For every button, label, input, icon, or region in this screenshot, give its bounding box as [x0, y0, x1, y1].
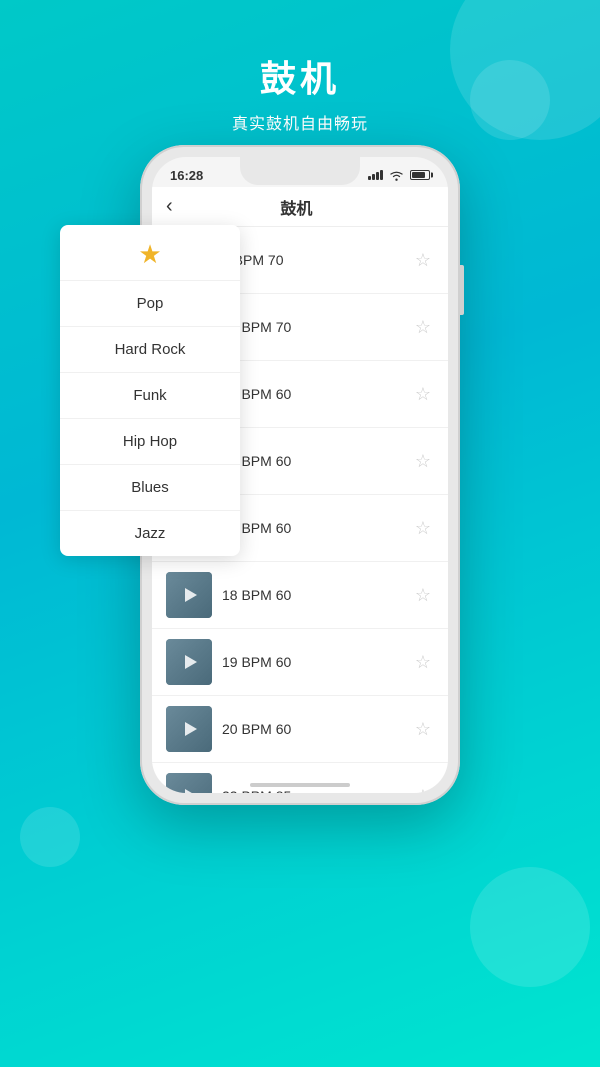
track-name: 12 BPM 60	[222, 386, 402, 402]
back-button[interactable]: ‹	[166, 195, 173, 218]
home-indicator	[250, 783, 350, 787]
dropdown-item-funk[interactable]: Funk	[60, 373, 240, 419]
track-thumbnail	[166, 639, 212, 685]
favorite-button[interactable]: ☆	[412, 785, 434, 793]
star-outline-icon: ☆	[415, 586, 431, 604]
dropdown-header: ★	[60, 225, 240, 281]
track-thumbnail	[166, 706, 212, 752]
star-outline-icon: ☆	[415, 452, 431, 470]
track-item[interactable]: 23 BPM 85 ☆	[152, 763, 448, 793]
nav-title: 鼓机	[183, 195, 410, 219]
track-name: 1 BPM 70	[222, 252, 402, 268]
status-icons	[368, 170, 430, 181]
track-name: 20 BPM 60	[222, 721, 402, 737]
track-name: 13 BPM 60	[222, 453, 402, 469]
favorite-button[interactable]: ☆	[412, 718, 434, 740]
nav-bar: ‹ 鼓机	[152, 187, 448, 227]
track-name: 23 BPM 85	[222, 788, 402, 793]
favorites-star-icon[interactable]: ★	[138, 239, 161, 270]
dropdown-item-jazz[interactable]: Jazz	[60, 511, 240, 556]
favorite-button[interactable]: ☆	[412, 584, 434, 606]
track-item[interactable]: 19 BPM 60 ☆	[152, 629, 448, 696]
wifi-icon	[389, 170, 404, 181]
star-outline-icon: ☆	[415, 385, 431, 403]
favorite-button[interactable]: ☆	[412, 651, 434, 673]
play-icon	[185, 655, 197, 669]
battery-icon	[410, 170, 430, 180]
favorite-button[interactable]: ☆	[412, 249, 434, 271]
track-name: 19 BPM 60	[222, 654, 402, 670]
track-thumbnail	[166, 773, 212, 793]
track-item[interactable]: 20 BPM 60 ☆	[152, 696, 448, 763]
track-item[interactable]: 18 BPM 60 ☆	[152, 562, 448, 629]
play-icon	[185, 588, 197, 602]
track-name: 18 BPM 60	[222, 587, 402, 603]
phone-frame: 16:28	[140, 145, 460, 805]
star-outline-icon: ☆	[415, 720, 431, 738]
star-outline-icon: ☆	[415, 519, 431, 537]
dropdown-item-blues[interactable]: Blues	[60, 465, 240, 511]
power-button	[460, 265, 464, 315]
track-thumbnail	[166, 572, 212, 618]
play-icon	[185, 722, 197, 736]
dropdown-item-pop[interactable]: Pop	[60, 281, 240, 327]
favorite-button[interactable]: ☆	[412, 450, 434, 472]
signal-icon	[368, 170, 383, 180]
play-icon	[185, 789, 197, 793]
star-outline-icon: ☆	[415, 318, 431, 336]
status-time: 16:28	[170, 168, 203, 183]
track-name: 14 BPM 60	[222, 520, 402, 536]
dropdown-item-hip-hop[interactable]: Hip Hop	[60, 419, 240, 465]
notch	[240, 157, 360, 185]
track-name: 10 BPM 70	[222, 319, 402, 335]
dropdown-item-hard-rock[interactable]: Hard Rock	[60, 327, 240, 373]
star-outline-icon: ☆	[415, 251, 431, 269]
star-outline-icon: ☆	[415, 787, 431, 793]
genre-dropdown: ★ PopHard RockFunkHip HopBluesJazz	[60, 225, 240, 556]
favorite-button[interactable]: ☆	[412, 383, 434, 405]
favorite-button[interactable]: ☆	[412, 316, 434, 338]
star-outline-icon: ☆	[415, 653, 431, 671]
favorite-button[interactable]: ☆	[412, 517, 434, 539]
